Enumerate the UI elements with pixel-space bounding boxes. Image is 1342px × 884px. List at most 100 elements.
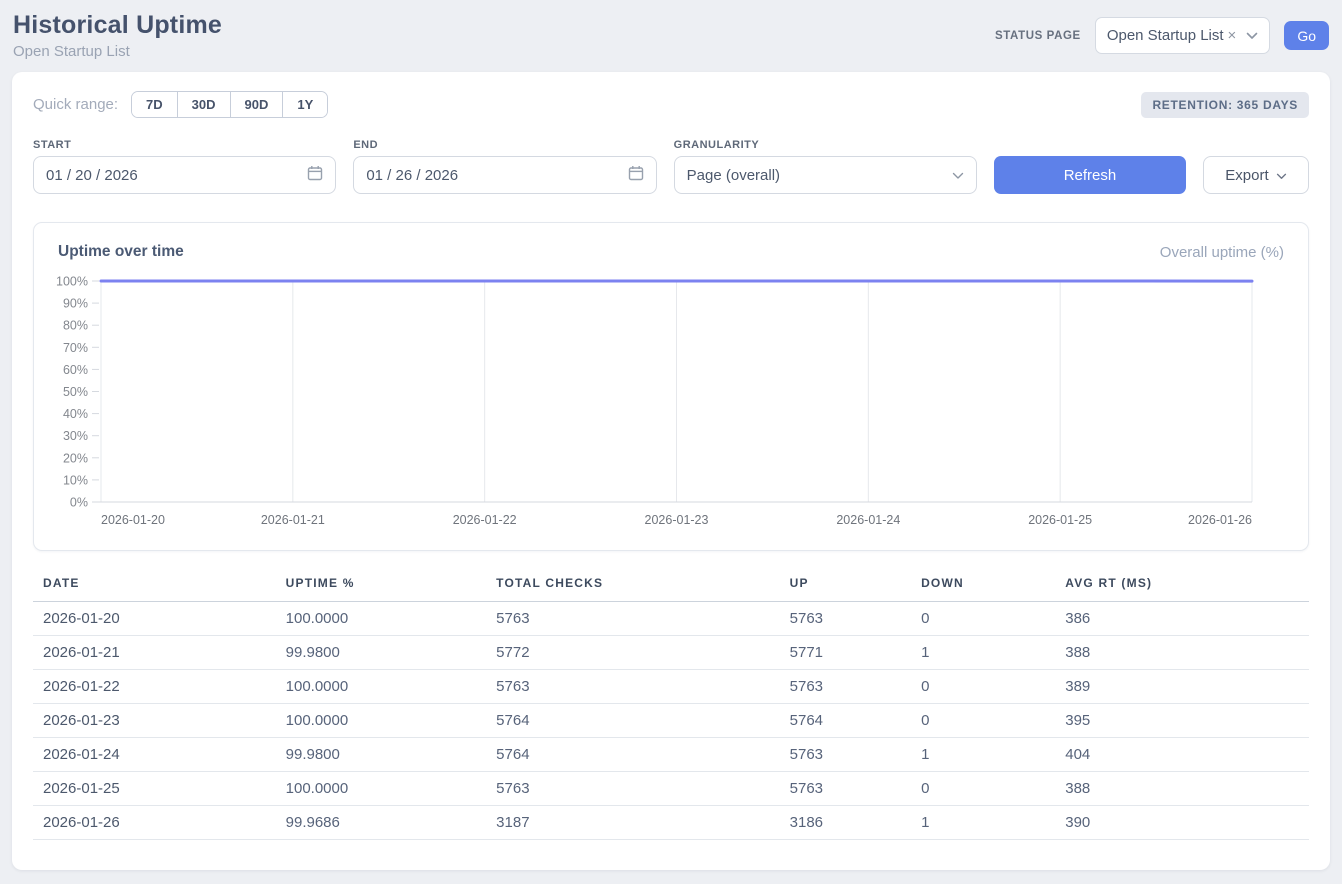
table-cell: 100.0000 — [286, 704, 497, 738]
table-cell: 388 — [1065, 772, 1309, 806]
status-page-select[interactable]: Open Startup List × — [1095, 17, 1271, 54]
start-date-field: START 01 / 20 / 2026 — [33, 139, 336, 194]
table-row: 2026-01-2199.9800577257711388 — [33, 636, 1309, 670]
quick-range-1y[interactable]: 1Y — [282, 92, 327, 117]
table-cell: 0 — [921, 602, 1065, 636]
topbar-right: STATUS PAGE Open Startup List × Go — [995, 11, 1329, 54]
export-button[interactable]: Export — [1203, 156, 1309, 194]
chevron-down-icon — [1276, 167, 1287, 184]
column-header: UPTIME % — [286, 576, 497, 602]
main-card: Quick range: 7D30D90D1Y RETENTION: 365 D… — [12, 72, 1330, 870]
table-cell: 5764 — [790, 704, 921, 738]
table-cell: 5763 — [790, 670, 921, 704]
table-cell: 5763 — [496, 602, 789, 636]
export-label: Export — [1225, 167, 1268, 184]
page-title: Historical Uptime — [13, 11, 222, 40]
uptime-chart: 0%10%20%30%40%50%60%70%80%90%100%2026-01… — [48, 269, 1294, 540]
calendar-icon[interactable] — [307, 165, 323, 185]
table-cell: 1 — [921, 738, 1065, 772]
table-cell: 3187 — [496, 806, 789, 840]
table-cell: 389 — [1065, 670, 1309, 704]
chevron-down-icon — [952, 167, 964, 184]
svg-text:10%: 10% — [63, 473, 88, 487]
svg-text:70%: 70% — [63, 341, 88, 355]
end-date-label: END — [353, 139, 656, 151]
quick-range-7d[interactable]: 7D — [132, 92, 177, 117]
uptime-table: DATEUPTIME %TOTAL CHECKSUPDOWNAVG RT (MS… — [33, 576, 1309, 840]
table-cell: 99.9686 — [286, 806, 497, 840]
go-button[interactable]: Go — [1284, 21, 1329, 50]
status-page-value: Open Startup List — [1107, 27, 1224, 44]
quick-range-90d[interactable]: 90D — [230, 92, 283, 117]
svg-text:0%: 0% — [70, 496, 88, 510]
table-row: 2026-01-22100.0000576357630389 — [33, 670, 1309, 704]
retention-badge: RETENTION: 365 DAYS — [1141, 92, 1309, 118]
table-cell: 2026-01-20 — [33, 602, 286, 636]
table-cell: 5763 — [790, 772, 921, 806]
table-header-row: DATEUPTIME %TOTAL CHECKSUPDOWNAVG RT (MS… — [33, 576, 1309, 602]
uptime-chart-card: Uptime over time Overall uptime (%) 0% 10… — [33, 222, 1309, 551]
granularity-label: GRANULARITY — [674, 139, 977, 151]
table-cell: 2026-01-26 — [33, 806, 286, 840]
table-cell: 2026-01-22 — [33, 670, 286, 704]
table-cell: 0 — [921, 670, 1065, 704]
svg-text:2026-01-25: 2026-01-25 — [1028, 513, 1092, 527]
granularity-value: Page (overall) — [687, 167, 780, 184]
table-cell: 5771 — [790, 636, 921, 670]
table-cell: 5763 — [496, 670, 789, 704]
svg-text:2026-01-23: 2026-01-23 — [645, 513, 709, 527]
table-cell: 5763 — [790, 602, 921, 636]
svg-text:2026-01-24: 2026-01-24 — [836, 513, 900, 527]
end-date-value: 01 / 26 / 2026 — [366, 167, 458, 184]
column-header: UP — [790, 576, 921, 602]
table-cell: 5764 — [496, 704, 789, 738]
svg-text:90%: 90% — [63, 297, 88, 311]
topbar: Historical Uptime Open Startup List STAT… — [0, 0, 1342, 72]
table-cell: 0 — [921, 704, 1065, 738]
svg-text:40%: 40% — [63, 407, 88, 421]
svg-text:2026-01-22: 2026-01-22 — [453, 513, 517, 527]
table-cell: 99.9800 — [286, 738, 497, 772]
table-cell: 1 — [921, 636, 1065, 670]
table-cell: 386 — [1065, 602, 1309, 636]
table-row: 2026-01-2699.9686318731861390 — [33, 806, 1309, 840]
table-cell: 390 — [1065, 806, 1309, 840]
quick-range-row: Quick range: 7D30D90D1Y RETENTION: 365 D… — [33, 91, 1309, 118]
chart-legend: Overall uptime (%) — [1160, 244, 1284, 261]
svg-text:80%: 80% — [63, 319, 88, 333]
end-date-field: END 01 / 26 / 2026 — [353, 139, 656, 194]
table-cell: 1 — [921, 806, 1065, 840]
table-cell: 5763 — [790, 738, 921, 772]
svg-text:60%: 60% — [63, 363, 88, 377]
end-date-input[interactable]: 01 / 26 / 2026 — [353, 156, 656, 194]
table-cell: 2026-01-21 — [33, 636, 286, 670]
column-header: TOTAL CHECKS — [496, 576, 789, 602]
quick-range-30d[interactable]: 30D — [177, 92, 230, 117]
table-cell: 100.0000 — [286, 670, 497, 704]
table-cell: 5772 — [496, 636, 789, 670]
chevron-down-icon — [1246, 32, 1258, 40]
svg-text:20%: 20% — [63, 451, 88, 465]
quick-range-label: Quick range: — [33, 96, 118, 113]
start-date-label: START — [33, 139, 336, 151]
table-cell: 100.0000 — [286, 772, 497, 806]
table-cell: 100.0000 — [286, 602, 497, 636]
refresh-button[interactable]: Refresh — [994, 156, 1186, 194]
chart-header: Uptime over time Overall uptime (%) — [48, 243, 1294, 261]
table-cell: 2026-01-23 — [33, 704, 286, 738]
table-row: 2026-01-23100.0000576457640395 — [33, 704, 1309, 738]
calendar-icon[interactable] — [628, 165, 644, 185]
column-header: DOWN — [921, 576, 1065, 602]
table-cell: 3186 — [790, 806, 921, 840]
granularity-select[interactable]: Page (overall) — [674, 156, 977, 194]
clear-icon[interactable]: × — [1228, 27, 1237, 44]
table-row: 2026-01-2499.9800576457631404 — [33, 738, 1309, 772]
table-cell: 395 — [1065, 704, 1309, 738]
table-cell: 0 — [921, 772, 1065, 806]
column-header: DATE — [33, 576, 286, 602]
table-cell: 2026-01-25 — [33, 772, 286, 806]
filter-fields-row: START 01 / 20 / 2026 END 01 / 26 / 2026 … — [33, 139, 1309, 194]
granularity-field: GRANULARITY Page (overall) — [674, 139, 977, 194]
table-cell: 99.9800 — [286, 636, 497, 670]
start-date-input[interactable]: 01 / 20 / 2026 — [33, 156, 336, 194]
